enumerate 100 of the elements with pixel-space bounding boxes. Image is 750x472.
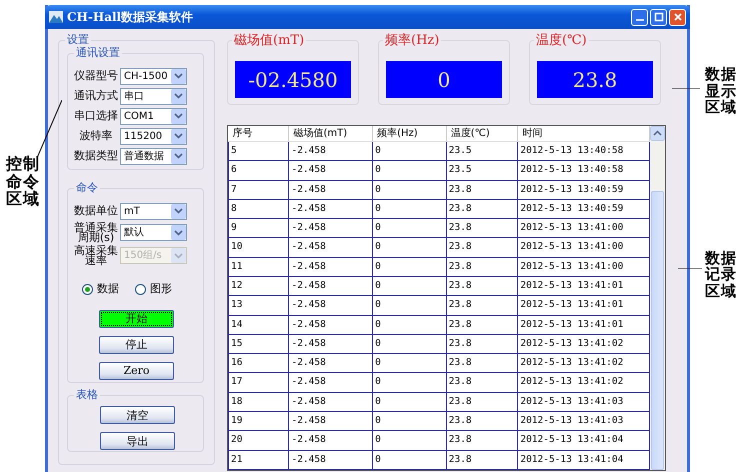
command-button[interactable]: 开始 xyxy=(99,310,174,328)
table-cell: 2012-5-13 13:41:04 xyxy=(518,430,650,450)
table-cell: 0 xyxy=(372,238,446,258)
scroll-up-icon[interactable] xyxy=(650,126,665,141)
table-cell: 23.8 xyxy=(446,199,518,219)
table-cell: 2012-5-13 13:41:01 xyxy=(518,296,650,316)
column-header: 时间 xyxy=(518,126,650,142)
group-title: 通讯设置 xyxy=(74,46,122,60)
table-cell: 0 xyxy=(372,276,446,296)
table-cell: 23.8 xyxy=(446,315,518,334)
table-cell: 0 xyxy=(372,392,446,412)
close-button[interactable] xyxy=(669,8,686,26)
group-title: 设置 xyxy=(65,33,91,47)
table-cell: 23.8 xyxy=(446,392,518,412)
combo-box[interactable]: 串口 xyxy=(120,88,187,104)
table-cell: 0 xyxy=(372,199,446,219)
command-button[interactable]: 停止 xyxy=(99,336,174,354)
combo-box[interactable]: CH-1500 xyxy=(120,68,187,84)
table-cell: 0 xyxy=(372,450,446,470)
table-cell: 23.8 xyxy=(446,334,518,354)
table-cell: 2012-5-13 13:40:59 xyxy=(518,180,650,200)
table-cell: 0 xyxy=(372,257,446,276)
table-cell: -2.458 xyxy=(288,430,373,450)
table-cell: 0 xyxy=(372,160,446,180)
scrollbar[interactable] xyxy=(650,126,665,470)
column-header: 频率(Hz) xyxy=(372,126,446,142)
table-cell: 0 xyxy=(372,315,446,334)
table-cell: 9 xyxy=(228,218,289,238)
window-title: CH-Hall数据采集软件 xyxy=(67,9,194,26)
field-label: 波特率 xyxy=(78,131,114,141)
table-cell: -2.458 xyxy=(288,315,373,334)
table-cell: -2.458 xyxy=(288,372,373,392)
combo-box[interactable]: COM1 xyxy=(120,108,187,124)
table-cell: 18 xyxy=(228,392,289,412)
combo-box[interactable]: 普通数据 xyxy=(120,148,187,164)
table-cell: -2.458 xyxy=(288,276,373,296)
radio-option[interactable]: 数据 xyxy=(82,281,119,298)
display-value: 23.8 xyxy=(537,61,653,98)
table-cell: 0 xyxy=(372,354,446,373)
column-header: 温度(℃) xyxy=(446,126,518,142)
table-cell: 23.8 xyxy=(446,296,518,316)
maximize-button[interactable] xyxy=(650,8,667,26)
table-cell: 2012-5-13 13:41:01 xyxy=(518,276,650,296)
field-label: 仪器型号 xyxy=(73,71,119,81)
table-cell: 5 xyxy=(228,142,289,161)
table-cell: 23.8 xyxy=(446,238,518,258)
field-label: 数据单位 xyxy=(73,206,119,216)
table-cell: 8 xyxy=(228,199,289,219)
field-label: 数据类型 xyxy=(73,151,119,161)
table-cell: -2.458 xyxy=(288,411,373,431)
table-cell: 23.8 xyxy=(446,411,518,431)
table-cell: 0 xyxy=(372,334,446,354)
table-cell: 0 xyxy=(372,218,446,238)
table-cell: 19 xyxy=(228,411,289,431)
table-cell: 2012-5-13 13:41:02 xyxy=(518,334,650,354)
field-label: 通讯方式 xyxy=(73,91,119,101)
command-button[interactable]: Zero xyxy=(99,362,174,380)
table-cell: 2012-5-13 13:41:04 xyxy=(518,450,650,470)
table-cell: 23.8 xyxy=(446,450,518,470)
maximize-icon xyxy=(654,12,664,22)
group-title: 命令 xyxy=(74,181,100,195)
table-cell: -2.458 xyxy=(288,160,373,180)
table-cell: 2012-5-13 13:41:00 xyxy=(518,218,650,238)
radio-button[interactable] xyxy=(82,284,93,295)
table-cell: 16 xyxy=(228,354,289,373)
combo-box[interactable]: 默认 xyxy=(120,224,187,241)
table-cell: 23.8 xyxy=(446,372,518,392)
table-cell: 20 xyxy=(228,430,289,450)
radio-option[interactable]: 图形 xyxy=(135,281,172,298)
table-cell: 2012-5-13 13:41:01 xyxy=(518,315,650,334)
column-header: 序号 xyxy=(228,126,289,142)
combo-box[interactable]: 115200 xyxy=(120,128,187,144)
table-cell: 23.8 xyxy=(446,354,518,373)
table-cell: 0 xyxy=(372,296,446,316)
table-cell: 10 xyxy=(228,238,289,258)
table-cell: 6 xyxy=(228,160,289,180)
table-cell: 21 xyxy=(228,450,289,470)
table-cell: 2012-5-13 13:41:03 xyxy=(518,411,650,431)
table-cell: 11 xyxy=(228,257,289,276)
table-cell: 23.8 xyxy=(446,276,518,296)
table-cell: -2.458 xyxy=(288,238,373,258)
app-icon xyxy=(49,11,63,23)
group-title: 表格 xyxy=(74,388,100,402)
table-cell: -2.458 xyxy=(288,199,373,219)
minimize-button[interactable] xyxy=(631,8,648,26)
table-cell: 0 xyxy=(372,411,446,431)
table-cell: 2012-5-13 13:41:03 xyxy=(518,392,650,412)
table-cell: -2.458 xyxy=(288,334,373,354)
table-button[interactable]: 导出 xyxy=(100,432,175,450)
table-cell: 15 xyxy=(228,334,289,354)
combo-box[interactable]: mT xyxy=(120,202,187,220)
leader-line xyxy=(678,268,702,269)
table-button[interactable]: 清空 xyxy=(100,406,175,424)
table-cell: 2012-5-13 13:41:02 xyxy=(518,372,650,392)
radio-button[interactable] xyxy=(135,284,146,295)
table-cell: 13 xyxy=(228,296,289,316)
table-cell: -2.458 xyxy=(288,296,373,316)
leader-line xyxy=(672,88,700,89)
table-cell: -2.458 xyxy=(288,354,373,373)
table-cell: 23.5 xyxy=(446,160,518,180)
